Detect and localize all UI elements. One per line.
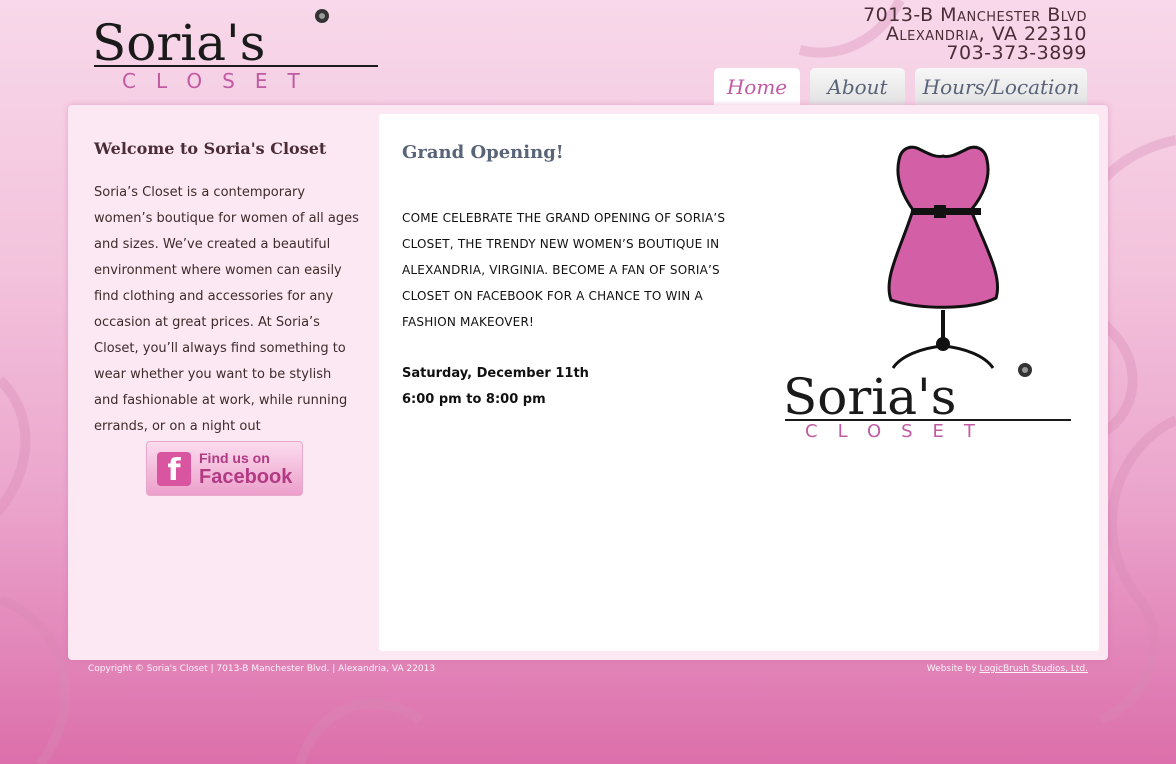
event-details: Saturday, December 11th 6:00 pm to 8:00 … — [402, 361, 589, 413]
dress-logo-wordmark: Soria's — [783, 368, 956, 426]
site-logo[interactable]: Soria's CLOSET — [92, 8, 382, 96]
main-nav: Home About Hours/Location — [714, 68, 1087, 105]
tab-hours-location[interactable]: Hours/Location — [915, 68, 1087, 105]
announcement-text: Come celebrate the grand opening of Sori… — [402, 211, 726, 329]
content-area: Grand Opening! Come celebrate the grand … — [379, 114, 1099, 651]
page-title: Grand Opening! — [402, 142, 564, 163]
tab-home[interactable]: Home — [714, 68, 800, 105]
sidebar-heading: Welcome to Soria's Closet — [94, 139, 327, 158]
footer-copyright: Copyright © Soria's Closet | 7013-B Manc… — [88, 664, 436, 674]
event-time: 6:00 pm to 8:00 pm — [402, 392, 546, 407]
event-date: Saturday, December 11th — [402, 366, 589, 381]
main-panel: Welcome to Soria's Closet Soria’s Closet… — [68, 105, 1108, 660]
facebook-button[interactable]: f Find us on Facebook — [146, 441, 303, 496]
footer-credit-prefix: Website by — [926, 664, 980, 674]
tab-about[interactable]: About — [810, 68, 905, 105]
sidebar-about-text: Soria’s Closet is a contemporary women’s… — [94, 185, 359, 434]
logo-wordmark: Soria's — [92, 14, 265, 72]
dress-form-logo: Soria's — [783, 145, 1071, 426]
sidebar: Welcome to Soria's Closet Soria’s Closet… — [94, 139, 359, 440]
dress-logo-subtitle: CLOSET — [805, 421, 995, 442]
footer-credit-link[interactable]: LogicBrush Studios, Ltd. — [979, 664, 1088, 674]
dress-form-icon — [887, 145, 999, 369]
facebook-icon: f — [157, 451, 191, 486]
facebook-line-2: Facebook — [199, 465, 293, 488]
facebook-line-1: Find us on — [199, 449, 270, 466]
footer-credit: Website by LogicBrush Studios, Ltd. — [927, 664, 1088, 674]
logo-subtitle: CLOSET — [122, 69, 320, 93]
phone-number: 703-373-3899 — [946, 42, 1087, 64]
store-address: 7013-B Manchester Blvd Alexandria, VA 22… — [863, 6, 1087, 63]
